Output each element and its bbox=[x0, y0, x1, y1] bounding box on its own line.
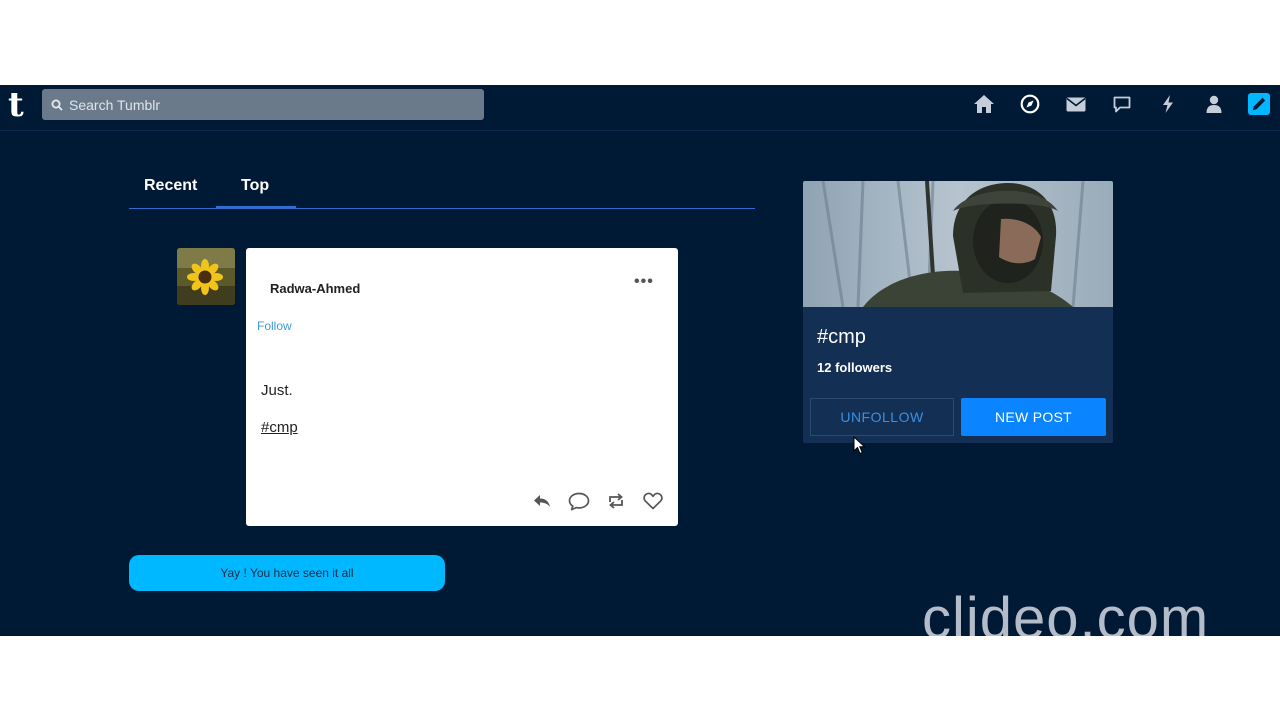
post-tag[interactable]: #cmp bbox=[261, 419, 298, 436]
watermark: clideo.com bbox=[922, 586, 1210, 636]
activity-icon[interactable] bbox=[1156, 92, 1180, 116]
messages-icon[interactable] bbox=[1110, 92, 1134, 116]
reblog-icon[interactable] bbox=[605, 490, 627, 512]
post-actions bbox=[531, 490, 679, 512]
search-input[interactable] bbox=[69, 96, 469, 113]
tab-recent[interactable]: Recent bbox=[144, 177, 197, 195]
avatar[interactable] bbox=[177, 248, 235, 305]
tag-header-image bbox=[803, 181, 1113, 307]
like-icon[interactable] bbox=[642, 490, 664, 512]
tag-title: #cmp bbox=[817, 326, 866, 348]
post-menu-icon[interactable]: ••• bbox=[634, 273, 654, 291]
bottom-letterbox bbox=[0, 636, 1280, 720]
home-icon[interactable] bbox=[972, 92, 996, 116]
post-body: Just. bbox=[261, 382, 293, 399]
nav-icons bbox=[950, 92, 1270, 116]
feed-tabs: Recent Top bbox=[129, 165, 755, 209]
tab-top[interactable]: Top bbox=[241, 177, 269, 195]
unfollow-button[interactable]: UNFOLLOW bbox=[810, 398, 954, 436]
reply-icon[interactable] bbox=[531, 490, 553, 512]
new-post-button[interactable]: NEW POST bbox=[961, 398, 1106, 436]
account-icon[interactable] bbox=[1202, 92, 1226, 116]
active-tab-indicator bbox=[216, 206, 296, 208]
explore-icon[interactable] bbox=[1018, 92, 1042, 116]
tumblr-logo[interactable]: t bbox=[8, 87, 30, 123]
follow-link[interactable]: Follow bbox=[257, 319, 292, 333]
top-navbar: t bbox=[0, 85, 1280, 131]
tumblr-app: t Search Tumblr Recent Top Radwa-Ahmed •… bbox=[0, 85, 1280, 636]
tag-follower-count: 12 followers bbox=[817, 360, 893, 375]
comment-icon[interactable] bbox=[568, 490, 590, 512]
search-bar[interactable] bbox=[42, 89, 484, 120]
compose-icon[interactable] bbox=[1248, 93, 1270, 115]
inbox-icon[interactable] bbox=[1064, 92, 1088, 116]
post-author[interactable]: Radwa-Ahmed bbox=[270, 281, 360, 296]
end-of-feed-message: Yay ! You have seen it all bbox=[129, 555, 445, 591]
mouse-cursor-icon bbox=[853, 435, 866, 460]
search-icon bbox=[51, 99, 63, 111]
post-card: Radwa-Ahmed ••• Follow Just. #cmp bbox=[246, 248, 678, 526]
tag-card: #cmp 12 followers UNFOLLOW NEW POST bbox=[803, 181, 1113, 443]
top-letterbox bbox=[0, 0, 1280, 85]
